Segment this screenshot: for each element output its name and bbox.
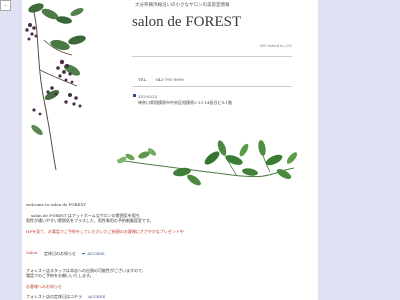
postal-code: 252-0223 — [138, 94, 158, 99]
notice-line: 電話でのご予約をお願いいたします。 — [26, 273, 94, 279]
bullet-icon — [133, 94, 136, 97]
left-vine-icon — [28, 3, 86, 171]
news-label: Salon — [26, 250, 38, 255]
site-title[interactable]: salon de FOREST — [132, 14, 241, 31]
news-item: 定休日のお知らせ ➡ ACCESS — [44, 251, 105, 257]
arrow-icon: ➡ — [81, 251, 86, 256]
customer-notice: お客様へのお知らせ — [26, 284, 62, 289]
guide-line: フォレスト店の定休日はコチラ ACCESS — [26, 294, 105, 300]
address: 神奈川県相模原市中央区相模原2-13-14長谷ビル1階 — [138, 100, 232, 105]
welcome-heading: welcome to salon de FOREST — [26, 202, 87, 207]
leaf-spray-icon — [116, 140, 298, 186]
news-text: 定休日のお知らせ — [44, 251, 76, 256]
home-icon[interactable]: ◻ — [0, 0, 11, 11]
guide-text: フォレスト店の定休日はコチラ — [26, 294, 82, 299]
intro-line: HPを見て、お電話でご予約をしていただいたご新規のお客様にささやかなプレゼント中 — [26, 228, 184, 234]
notice-text: フォレスト店スタッフは本店への出張の可能性がございますので、 電話でのご予約をお… — [26, 268, 146, 279]
divider — [132, 86, 292, 87]
access-link[interactable]: ACCESS — [87, 251, 104, 256]
intro-text: salon de FOREST はアットホームなサロンの雰囲気を保ち 男性が通い… — [26, 213, 184, 234]
access-link[interactable]: ACCESS — [88, 294, 105, 299]
tel-label: TEL — [138, 77, 147, 82]
divider — [132, 56, 292, 57]
intro-line: 男性が通いやすい雰囲気をプラスした、男性専用の予約制美容室です。 — [26, 218, 154, 224]
tel-value[interactable]: 042-791-9999 — [156, 77, 184, 82]
site-tagline: 大分県横浜線沿いの小さなサロンの美容室情報 — [135, 3, 230, 8]
page-content: 大分県横浜線沿いの小さなサロンの美容室情報 salon de FOREST 99… — [22, 0, 318, 300]
site-url: 999 dotted to_333 — [259, 44, 292, 48]
tel-line: TEL 042-791-9999 — [138, 77, 184, 82]
